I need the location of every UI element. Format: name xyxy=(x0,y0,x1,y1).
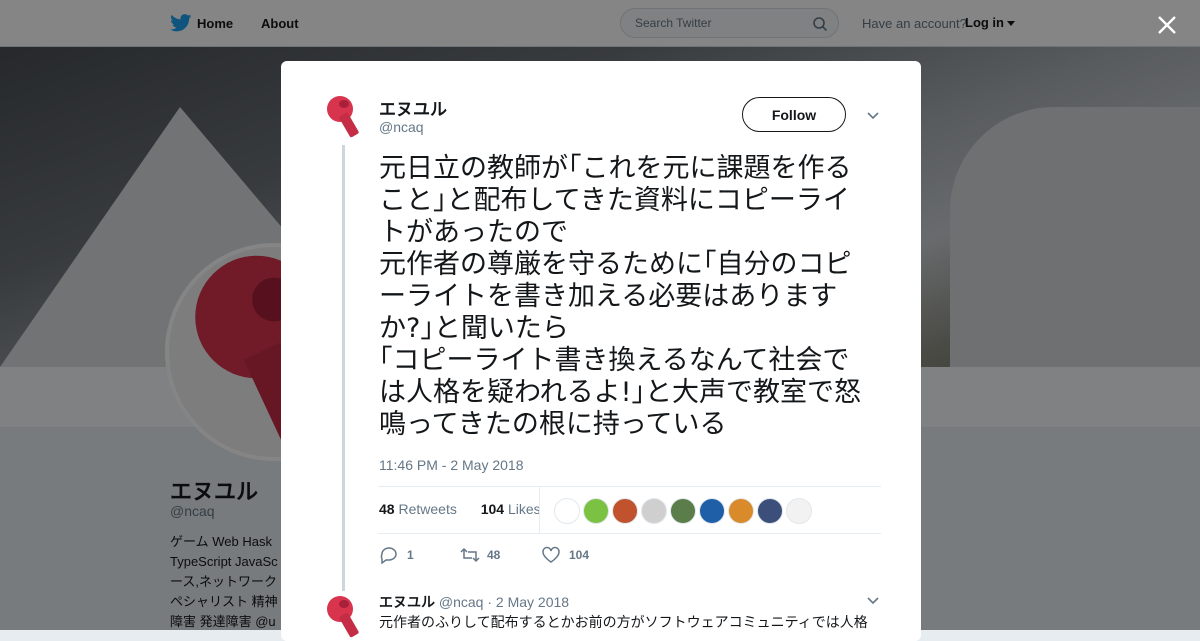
liker-avatar[interactable] xyxy=(757,498,783,524)
liker-avatar[interactable] xyxy=(670,498,696,524)
liker-avatar[interactable] xyxy=(583,498,609,524)
reply-author-name[interactable]: エヌユル xyxy=(379,594,435,610)
likes-count: 104 xyxy=(480,501,505,517)
likes-stat[interactable]: 104 Likes xyxy=(481,501,551,517)
tweet-timestamp[interactable]: 11:46 PM - 2 May 2018 xyxy=(379,457,523,473)
like-count: 104 xyxy=(569,548,590,562)
retweets-count: 48 xyxy=(379,501,395,517)
reply-icon xyxy=(380,547,397,564)
reply-author-avatar[interactable] xyxy=(320,593,368,641)
chevron-down-icon[interactable] xyxy=(867,597,879,605)
reply-author-handle[interactable]: @ncaq xyxy=(439,594,484,610)
author-avatar[interactable] xyxy=(320,93,368,141)
retweet-icon xyxy=(460,547,480,563)
liker-avatar[interactable] xyxy=(612,498,638,524)
author-name[interactable]: エヌユル xyxy=(379,95,447,120)
divider xyxy=(378,533,881,534)
close-icon[interactable] xyxy=(1156,14,1178,36)
author-handle[interactable]: @ncaq xyxy=(379,119,424,135)
reply-separator: · xyxy=(487,594,493,610)
retweets-label: Retweets xyxy=(398,501,457,517)
tweet-modal: エヌユル @ncaq Follow 元日立の教師が｢これを元に課題を作る こと｣… xyxy=(281,61,921,641)
divider xyxy=(378,486,881,487)
reply-header: エヌユル @ncaq · 2 May 2018 xyxy=(379,592,569,612)
retweet-button[interactable]: 48 xyxy=(459,546,519,566)
heart-icon xyxy=(542,546,560,563)
retweet-count: 48 xyxy=(487,548,501,562)
liker-avatar[interactable] xyxy=(728,498,754,524)
reply-count: 1 xyxy=(407,548,414,562)
liker-avatar[interactable] xyxy=(786,498,812,524)
tweet-stats: 48 Retweets 104 Likes xyxy=(379,501,561,517)
liker-avatar[interactable] xyxy=(641,498,667,524)
liker-avatar[interactable] xyxy=(699,498,725,524)
tweet-text: 元日立の教師が｢これを元に課題を作る こと｣と配布してきた資料にコピーライ トが… xyxy=(379,153,861,440)
like-button[interactable]: 104 xyxy=(541,546,601,566)
chevron-down-icon[interactable] xyxy=(867,112,879,120)
reply-text: 元作者のふりして配布するとかお前の方がソフトウェアコミュニティでは人格 xyxy=(379,614,868,630)
follow-button[interactable]: Follow xyxy=(742,97,846,132)
reply-button[interactable]: 1 xyxy=(379,546,429,566)
reply-date[interactable]: 2 May 2018 xyxy=(496,594,569,610)
liker-avatar[interactable] xyxy=(554,498,580,524)
likes-label: Likes xyxy=(507,501,541,517)
stats-separator xyxy=(539,487,540,533)
retweets-stat[interactable]: 48 Retweets xyxy=(379,501,467,517)
thread-line xyxy=(342,145,345,591)
